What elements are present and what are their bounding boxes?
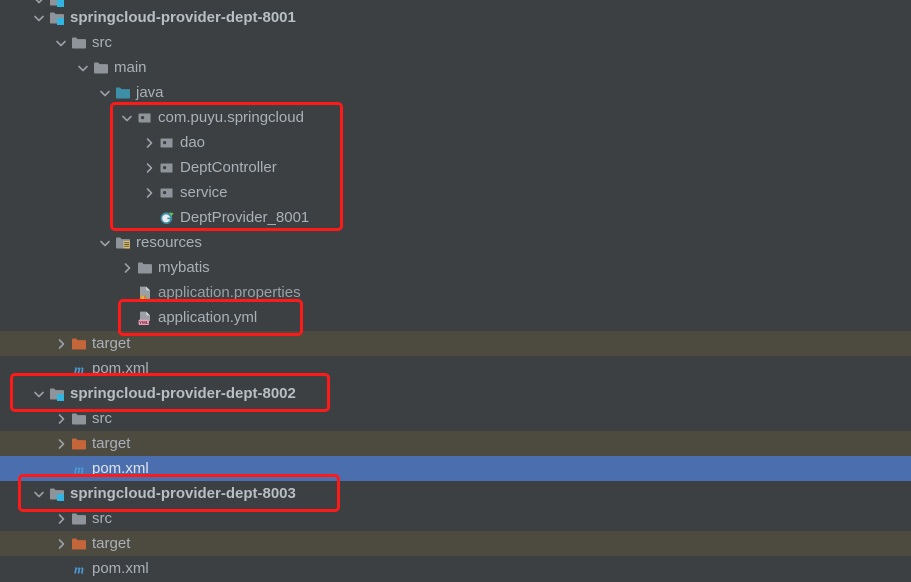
tree-row-label: main [114,58,147,76]
tree-row-mybatis-11[interactable]: mybatis [0,255,911,280]
maven-icon: m [71,361,87,377]
tree-row-target-14[interactable]: target [0,331,911,356]
tree-arrow-placeholder [54,362,68,376]
tree-row-label: springcloud-provider-dept-8002 [70,384,296,402]
spring-boot-class-icon [159,210,175,226]
svg-text:m: m [74,561,84,576]
tree-row-src-2[interactable]: src [0,30,911,55]
tree-row-label: src [92,509,112,527]
chevron-down-icon[interactable] [32,11,46,25]
tree-arrow-placeholder [120,286,134,300]
svg-text:YML: YML [139,319,149,324]
tree-row-label: application.properties [158,283,301,301]
tree-row-application-yml-13[interactable]: YML application.yml [0,305,911,330]
tree-row-label: application.yml [158,308,258,326]
tree-row-dao-6[interactable]: dao [0,130,911,155]
properties-file-icon [137,285,153,301]
folder-source-icon [115,85,131,101]
yml-file-icon: YML [137,310,153,326]
chevron-down-icon[interactable] [120,111,134,125]
tree-row-label: DeptProvider_8001 [180,208,310,226]
folder-gray-icon [137,260,153,276]
tree-row-label: src [92,33,112,51]
tree-row-springcloud-provider-dept-8003-20[interactable]: springcloud-provider-dept-8003 [0,481,911,506]
tree-arrow-placeholder [54,562,68,576]
chevron-down-icon[interactable] [98,86,112,100]
package-icon [159,185,175,201]
tree-row-label: src [92,409,112,427]
folder-orange-icon [71,436,87,452]
folder-gray-icon [71,411,87,427]
tree-row-target-18[interactable]: target [0,431,911,456]
tree-row-pom-xml-15[interactable]: m pom.xml [0,356,911,381]
tree-row-label: springcloud-provider-dept-8003 [70,484,296,502]
chevron-down-icon[interactable] [98,236,112,250]
tree-row-label: target [92,434,131,452]
tree-row-pom-xml-19[interactable]: m pom.xml [0,456,911,481]
chevron-right-icon[interactable] [120,261,134,275]
tree-row-pom-xml-23[interactable]: m pom.xml [0,556,911,581]
module-folder-icon [49,10,65,26]
package-icon [159,160,175,176]
folder-resources-icon [115,235,131,251]
tree-row-label: pom.xml [92,559,149,577]
tree-row-label: pom.xml [92,459,149,477]
tree-row-src-17[interactable]: src [0,406,911,431]
tree-row-deptcontroller-7[interactable]: DeptController [0,155,911,180]
project-tree-panel[interactable]: springcloud-provider-dept-8001 src main jav… [0,0,911,582]
tree-row-label: java [136,83,164,101]
maven-icon: m [71,561,87,577]
tree-row-com-puyu-springcloud-5[interactable]: com.puyu.springcloud [0,105,911,130]
tree-row-application-properties-12[interactable]: application.properties [0,280,911,305]
svg-text:m: m [74,461,84,476]
folder-orange-icon [71,336,87,352]
chevron-down-icon[interactable] [32,387,46,401]
package-icon [159,135,175,151]
svg-text:m: m [74,361,84,376]
tree-row-label: target [92,334,131,352]
package-icon [137,110,153,126]
tree-row-label: service [180,183,228,201]
tree-row-label: DeptController [180,158,277,176]
tree-row-resources-10[interactable]: resources [0,230,911,255]
tree-row-target-22[interactable]: target [0,531,911,556]
tree-arrow-placeholder [142,211,156,225]
tree-row-label: com.puyu.springcloud [158,108,304,126]
maven-icon: m [71,461,87,477]
chevron-right-icon[interactable] [54,437,68,451]
folder-gray-icon [93,60,109,76]
module-folder-icon [49,486,65,502]
tree-row-label: mybatis [158,258,210,276]
module-folder-icon [49,386,65,402]
chevron-right-icon[interactable] [54,512,68,526]
chevron-right-icon[interactable] [54,412,68,426]
tree-arrow-placeholder [120,311,134,325]
tree-row-main-3[interactable]: main [0,55,911,80]
tree-row-deptprovider-8001-9[interactable]: DeptProvider_8001 [0,205,911,230]
chevron-right-icon[interactable] [54,537,68,551]
tree-row-src-21[interactable]: src [0,506,911,531]
tree-row-service-8[interactable]: service [0,180,911,205]
chevron-right-icon[interactable] [142,136,156,150]
tree-row-label: springcloud-provider-dept-8001 [70,8,296,26]
chevron-down-icon[interactable] [54,36,68,50]
chevron-down-icon[interactable] [32,487,46,501]
folder-gray-icon [71,35,87,51]
tree-row-label: dao [180,133,206,151]
chevron-right-icon[interactable] [142,161,156,175]
tree-row-springcloud-provider-dept-8001-1[interactable]: springcloud-provider-dept-8001 [0,5,911,30]
tree-arrow-placeholder [54,462,68,476]
folder-orange-icon [71,536,87,552]
tree-row-label: target [92,534,131,552]
tree-row-label: resources [136,233,202,251]
tree-row-java-4[interactable]: java [0,80,911,105]
chevron-right-icon[interactable] [54,337,68,351]
tree-row-label: pom.xml [92,359,149,377]
chevron-right-icon[interactable] [142,186,156,200]
folder-gray-icon [71,511,87,527]
tree-row-springcloud-provider-dept-8002-16[interactable]: springcloud-provider-dept-8002 [0,381,911,406]
chevron-down-icon[interactable] [76,61,90,75]
